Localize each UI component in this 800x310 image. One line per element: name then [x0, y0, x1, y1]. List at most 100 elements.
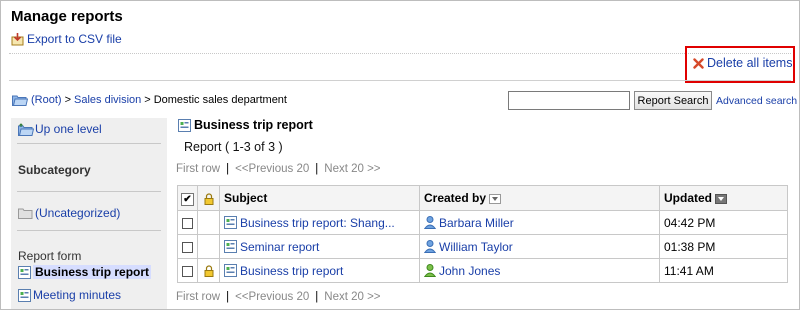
pager-top: First row | <<Previous 20 | Next 20 >> [176, 163, 381, 175]
delete-all-link[interactable]: Delete all items [693, 56, 792, 70]
lock-header [197, 185, 220, 211]
table-row: Seminar report William Taylor 01:38 PM [177, 234, 788, 259]
lock-cell [197, 234, 220, 259]
table-row: Business trip report John Jones 11:41 AM [177, 258, 788, 283]
uncategorized-link[interactable]: (Uncategorized) [18, 206, 120, 220]
pager-next: Next 20 >> [324, 163, 381, 175]
lock-cell [197, 210, 220, 235]
report-form-icon [18, 288, 31, 302]
report-count: Report ( 1-3 of 3 ) [184, 140, 283, 154]
breadcrumb-sales-division[interactable]: Sales division [74, 94, 141, 106]
created-by-header[interactable]: Created by [419, 185, 660, 211]
select-all-checkbox[interactable]: ✔ [181, 192, 194, 206]
manage-reports-window: Manage reports Export to CSV file Delete… [0, 0, 800, 310]
sidebar: Up one level Subcategory (Uncategorized)… [11, 118, 167, 309]
row-checkbox[interactable] [182, 241, 193, 253]
lock-icon [204, 265, 213, 278]
export-csv-link[interactable]: Export to CSV file [11, 32, 122, 46]
up-one-level-label[interactable]: Up one level [35, 122, 102, 136]
divider [9, 80, 791, 81]
lock-icon [204, 193, 213, 205]
creator-cell[interactable]: John Jones [419, 258, 660, 283]
folder-gray-icon [18, 208, 33, 219]
folder-up-icon [18, 122, 34, 136]
uncategorized-label[interactable]: (Uncategorized) [35, 206, 120, 220]
report-search-button[interactable]: Report Search [634, 91, 712, 110]
breadcrumb-separator: > [64, 94, 71, 106]
breadcrumb: (Root) > Sales division > Domestic sales… [12, 94, 287, 106]
updated-header[interactable]: Updated [659, 185, 788, 211]
pager-next: Next 20 >> [324, 291, 381, 303]
export-icon [11, 33, 24, 46]
export-csv-label[interactable]: Export to CSV file [27, 32, 122, 46]
breadcrumb-separator: > [144, 94, 151, 106]
subject-cell[interactable]: Seminar report [219, 234, 420, 259]
pager-separator: | [315, 291, 319, 303]
updated-cell: 04:42 PM [659, 210, 788, 235]
divider [9, 53, 791, 54]
row-checkbox-cell[interactable] [177, 258, 198, 283]
updated-label[interactable]: Updated [664, 191, 712, 205]
creator-link[interactable]: William Taylor [439, 240, 513, 254]
pager-previous: <<Previous 20 [235, 163, 310, 175]
breadcrumb-root[interactable]: (Root) [31, 94, 62, 106]
subject-link[interactable]: Business trip report: Shang... [240, 216, 395, 230]
updated-cell: 01:38 PM [659, 234, 788, 259]
divider [17, 191, 161, 192]
sort-dropdown-icon[interactable] [489, 193, 502, 204]
table-row: Business trip report: Shang... Barbara M… [177, 210, 788, 235]
divider [17, 230, 161, 231]
subject-cell[interactable]: Business trip report [219, 258, 420, 283]
delete-all-label[interactable]: Delete all items [707, 56, 792, 70]
subcategory-heading: Subcategory [18, 163, 91, 177]
pager-separator: | [226, 291, 230, 303]
select-all-header[interactable]: ✔ [177, 185, 198, 211]
subject-cell[interactable]: Business trip report: Shang... [219, 210, 420, 235]
row-checkbox[interactable] [182, 217, 193, 229]
report-icon [224, 264, 237, 277]
form-item-meeting-minutes[interactable]: Meeting minutes [18, 288, 121, 302]
report-icon [224, 240, 237, 253]
sort-dropdown-icon[interactable] [715, 193, 728, 204]
breadcrumb-current: Domestic sales department [153, 94, 287, 106]
subject-header: Subject [219, 185, 420, 211]
row-checkbox-cell[interactable] [177, 210, 198, 235]
report-form-title: Business trip report [178, 118, 313, 132]
row-checkbox-cell[interactable] [177, 234, 198, 259]
report-table: ✔ Subject Created by Updated Business tr… [177, 185, 788, 283]
user-green-icon [424, 264, 436, 277]
creator-link[interactable]: Barbara Miller [439, 216, 514, 230]
divider [17, 143, 161, 144]
report-form-icon [18, 265, 31, 279]
lock-cell [197, 258, 220, 283]
updated-cell: 11:41 AM [659, 258, 788, 283]
page-title: Manage reports [11, 8, 123, 25]
advanced-search-link[interactable]: Advanced search [716, 95, 797, 107]
creator-cell[interactable]: Barbara Miller [419, 210, 660, 235]
pager-previous: <<Previous 20 [235, 291, 310, 303]
subject-link[interactable]: Business trip report [240, 264, 343, 278]
subject-link[interactable]: Seminar report [240, 240, 319, 254]
report-form-heading: Report form [18, 249, 82, 263]
row-checkbox[interactable] [182, 265, 193, 277]
creator-link[interactable]: John Jones [439, 264, 500, 278]
form-item-label[interactable]: Meeting minutes [33, 288, 121, 302]
pager-first: First row [176, 163, 221, 175]
folder-icon [12, 95, 28, 106]
user-blue-icon [424, 216, 436, 229]
pager-separator: | [226, 163, 230, 175]
form-item-label[interactable]: Business trip report [33, 265, 152, 279]
created-by-label[interactable]: Created by [424, 191, 486, 205]
search-input[interactable] [508, 91, 630, 110]
report-icon [224, 216, 237, 229]
form-item-business-trip[interactable]: Business trip report [18, 265, 152, 279]
user-blue-icon [424, 240, 436, 253]
report-form-title-label: Business trip report [194, 118, 313, 132]
pager-bottom: First row | <<Previous 20 | Next 20 >> [176, 291, 381, 303]
table-header-row: ✔ Subject Created by Updated [177, 185, 788, 211]
creator-cell[interactable]: William Taylor [419, 234, 660, 259]
report-form-icon [178, 118, 191, 132]
up-one-level-link[interactable]: Up one level [18, 122, 102, 136]
pager-separator: | [315, 163, 319, 175]
pager-first: First row [176, 291, 221, 303]
